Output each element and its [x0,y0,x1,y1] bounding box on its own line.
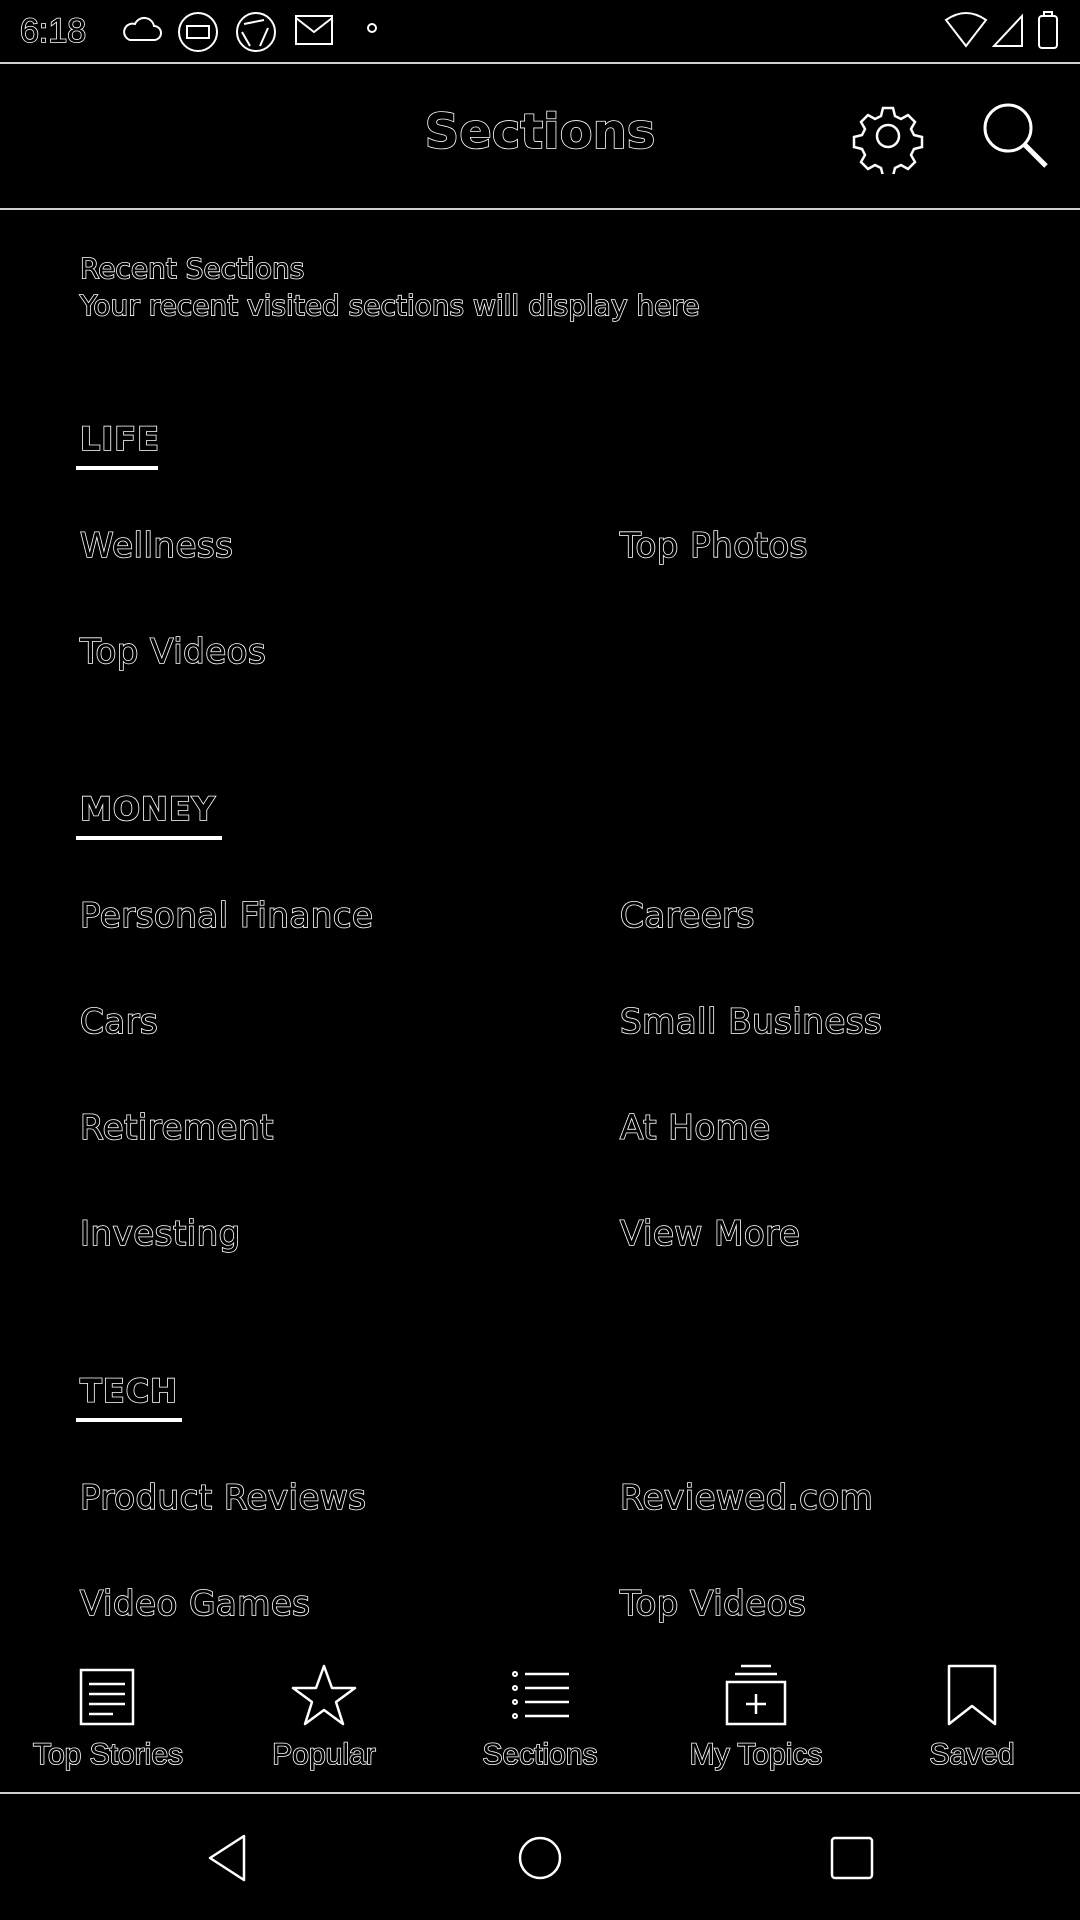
bottom-navigation: Top Stories Popular Sections My Topics S… [0,1650,1080,1794]
nav-label: Top Stories [32,1737,184,1772]
add-topic-icon [725,1664,787,1726]
section-item-video-games[interactable]: Video Games [79,1583,311,1625]
camera-aperture-icon [236,12,276,52]
nav-label: Popular [271,1737,376,1772]
recents-icon[interactable] [824,1830,880,1886]
nav-sections[interactable]: Sections [432,1660,648,1790]
section-item-retirement[interactable]: Retirement [79,1107,274,1149]
section-item-investing[interactable]: Investing [79,1213,241,1255]
section-heading-life[interactable]: LIFE [79,419,160,459]
section-item-at-home[interactable]: At Home [619,1107,771,1149]
system-navigation-bar [0,1794,1080,1920]
nav-label: My Topics [689,1737,823,1772]
nav-top-stories[interactable]: Top Stories [0,1660,216,1790]
search-icon [983,103,1048,168]
bookmark-icon [947,1664,997,1726]
section-item-view-more[interactable]: View More [619,1213,800,1255]
section-item-top-videos[interactable]: Top Videos [619,1583,806,1625]
nav-popular[interactable]: Popular [216,1660,432,1790]
nav-my-topics[interactable]: My Topics [648,1660,864,1790]
settings-button[interactable] [850,98,926,178]
battery-icon [1038,11,1058,49]
section-item-personal-finance[interactable]: Personal Finance [79,895,374,937]
section-underline [76,1418,182,1422]
section-item-small-business[interactable]: Small Business [619,1001,882,1043]
section-item-cars[interactable]: Cars [79,1001,158,1043]
section-item-product-reviews[interactable]: Product Reviews [79,1477,367,1519]
cellular-signal-icon [991,13,1023,47]
back-icon[interactable] [200,1830,256,1886]
status-bar: 6:18 [0,0,1080,64]
recent-sections: Recent Sections Your recent visited sect… [79,250,700,324]
mail-icon [295,15,333,45]
recent-sections-title: Recent Sections [79,251,305,286]
recent-sections-subtitle: Your recent visited sections will displa… [79,288,700,323]
list-icon [512,1671,569,1719]
nav-label: Sections [482,1737,599,1772]
section-item-careers[interactable]: Careers [619,895,755,937]
nav-label: Saved [929,1737,1016,1772]
section-heading-tech[interactable]: TECH [79,1371,178,1411]
nav-saved[interactable]: Saved [864,1660,1080,1790]
section-item-wellness[interactable]: Wellness [79,525,233,567]
section-underline [76,836,222,840]
section-item-top-videos[interactable]: Top Videos [79,631,266,673]
home-icon[interactable] [512,1830,568,1886]
gear-icon [852,106,924,178]
wifi-icon [944,12,988,48]
section-underline [76,466,158,470]
search-button[interactable] [976,98,1052,174]
star-icon [291,1664,357,1726]
newspaper-icon [79,1668,135,1726]
section-heading-money[interactable]: MONEY [79,789,216,829]
section-item-top-photos[interactable]: Top Photos [619,525,808,567]
app-bar: Sections [0,64,1080,210]
section-item-reviewed-com[interactable]: Reviewed.com [619,1477,873,1519]
cloud-icon [123,16,162,41]
app-notification-icon [178,12,218,52]
notification-dot-icon [367,23,377,33]
status-time: 6:18 [19,11,87,51]
